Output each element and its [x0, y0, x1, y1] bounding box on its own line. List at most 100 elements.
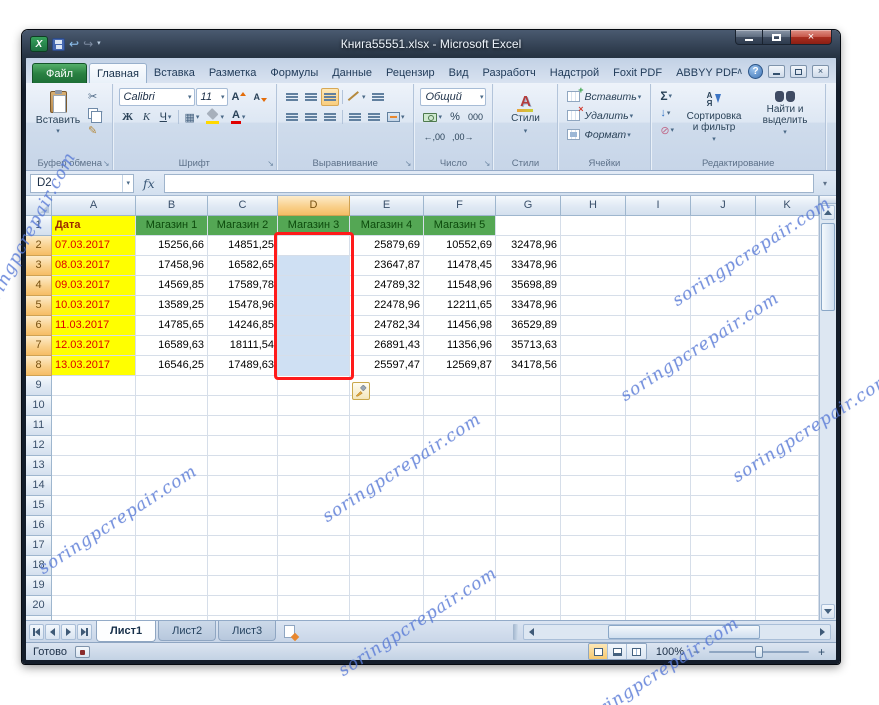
cell-C21[interactable]	[208, 616, 278, 620]
cell-J17[interactable]	[691, 536, 756, 556]
workbook-minimize-button[interactable]	[768, 65, 785, 78]
cell-I14[interactable]	[626, 476, 691, 496]
cell-C5[interactable]: 15478,96	[208, 296, 278, 316]
comma-style-button[interactable]: 000	[465, 108, 486, 126]
autosum-button[interactable]: Σ ▾	[657, 88, 677, 104]
row-header-9[interactable]: 9	[26, 376, 52, 396]
vertical-scrollbar[interactable]	[819, 196, 836, 620]
cell-C12[interactable]	[208, 436, 278, 456]
accounting-format-button[interactable]: ▾	[420, 108, 445, 126]
split-handle[interactable]	[820, 196, 836, 204]
cell-G19[interactable]	[496, 576, 561, 596]
column-header-I[interactable]: I	[626, 196, 691, 216]
column-header-J[interactable]: J	[691, 196, 756, 216]
column-header-G[interactable]: G	[496, 196, 561, 216]
cell-B5[interactable]: 13589,25	[136, 296, 208, 316]
paste-button[interactable]: Вставить ▾	[34, 88, 82, 138]
column-header-F[interactable]: F	[424, 196, 496, 216]
column-header-A[interactable]: A	[52, 196, 136, 216]
workbook-close-button[interactable]: ×	[812, 65, 829, 78]
cell-H5[interactable]	[561, 296, 626, 316]
cell-D4[interactable]	[278, 276, 350, 296]
ribbon-tab-Разработч[interactable]: Разработч	[476, 63, 543, 83]
cell-H20[interactable]	[561, 596, 626, 616]
tab-splitter-handle[interactable]	[513, 623, 519, 640]
cell-B15[interactable]	[136, 496, 208, 516]
cell-G4[interactable]: 35698,89	[496, 276, 561, 296]
cell-I13[interactable]	[626, 456, 691, 476]
cell-K7[interactable]	[756, 336, 819, 356]
cell-G18[interactable]	[496, 556, 561, 576]
undo-icon[interactable]: ↩	[69, 37, 79, 51]
cell-I3[interactable]	[626, 256, 691, 276]
cell-A1[interactable]: Дата	[52, 216, 136, 236]
cell-E21[interactable]	[350, 616, 424, 620]
cell-E18[interactable]	[350, 556, 424, 576]
cell-C1[interactable]: Магазин 2	[208, 216, 278, 236]
cell-A7[interactable]: 12.03.2017	[52, 336, 136, 356]
cell-G20[interactable]	[496, 596, 561, 616]
cell-D9[interactable]	[278, 376, 350, 396]
cell-F17[interactable]	[424, 536, 496, 556]
file-tab[interactable]: Файл	[32, 63, 88, 83]
zoom-thumb[interactable]	[755, 645, 763, 658]
cell-I10[interactable]	[626, 396, 691, 416]
row-header-17[interactable]: 17	[26, 536, 52, 556]
cell-B11[interactable]	[136, 416, 208, 436]
ribbon-tab-Рецензир[interactable]: Рецензир	[379, 63, 442, 83]
cell-E6[interactable]: 24782,34	[350, 316, 424, 336]
borders-button[interactable]: ▦ ▾	[182, 108, 203, 126]
name-box[interactable]: D2 ▾	[30, 173, 134, 193]
insert-cells-button[interactable]: + Вставить ▾	[564, 85, 644, 105]
cell-A4[interactable]: 09.03.2017	[52, 276, 136, 296]
cell-C16[interactable]	[208, 516, 278, 536]
cell-E20[interactable]	[350, 596, 424, 616]
row-header-19[interactable]: 19	[26, 576, 52, 596]
shrink-font-button[interactable]: А	[250, 88, 270, 106]
cell-H13[interactable]	[561, 456, 626, 476]
cell-G21[interactable]	[496, 616, 561, 620]
fill-color-button[interactable]: ▾	[203, 108, 227, 126]
clear-button[interactable]: ⊘ ▾	[657, 122, 677, 138]
cell-F12[interactable]	[424, 436, 496, 456]
cell-B18[interactable]	[136, 556, 208, 576]
orientation-button[interactable]: ▾	[346, 88, 369, 106]
cell-G9[interactable]	[496, 376, 561, 396]
cell-G16[interactable]	[496, 516, 561, 536]
cell-I11[interactable]	[626, 416, 691, 436]
name-box-dropdown-icon[interactable]: ▾	[122, 174, 133, 192]
alignment-dialog-launcher[interactable]: ↘	[405, 160, 412, 168]
cell-G8[interactable]: 34178,56	[496, 356, 561, 376]
cell-A12[interactable]	[52, 436, 136, 456]
qat-customize-icon[interactable]: ▾	[97, 37, 101, 51]
cell-K17[interactable]	[756, 536, 819, 556]
cell-K6[interactable]	[756, 316, 819, 336]
cell-C17[interactable]	[208, 536, 278, 556]
font-size-select[interactable]: 11 ▾	[195, 88, 228, 106]
cell-K16[interactable]	[756, 516, 819, 536]
cell-B13[interactable]	[136, 456, 208, 476]
ribbon-tab-Главная[interactable]: Главная	[89, 63, 147, 83]
cell-C11[interactable]	[208, 416, 278, 436]
cell-K13[interactable]	[756, 456, 819, 476]
cell-I21[interactable]	[626, 616, 691, 620]
cell-J13[interactable]	[691, 456, 756, 476]
cell-H10[interactable]	[561, 396, 626, 416]
cell-styles-button[interactable]: А Стили ▾	[499, 88, 551, 137]
cell-C7[interactable]: 18111,54	[208, 336, 278, 356]
cell-K5[interactable]	[756, 296, 819, 316]
cell-B12[interactable]	[136, 436, 208, 456]
cell-G12[interactable]	[496, 436, 561, 456]
cell-A10[interactable]	[52, 396, 136, 416]
cell-B8[interactable]: 16546,25	[136, 356, 208, 376]
cell-A16[interactable]	[52, 516, 136, 536]
zoom-out-button[interactable]: −	[689, 644, 704, 659]
cell-H8[interactable]	[561, 356, 626, 376]
cell-B19[interactable]	[136, 576, 208, 596]
cell-G5[interactable]: 33478,96	[496, 296, 561, 316]
cell-A13[interactable]	[52, 456, 136, 476]
cell-E11[interactable]	[350, 416, 424, 436]
insert-function-button[interactable]: fx	[138, 176, 160, 191]
decrease-decimal-button[interactable]: ,00→	[449, 128, 477, 146]
cell-D15[interactable]	[278, 496, 350, 516]
